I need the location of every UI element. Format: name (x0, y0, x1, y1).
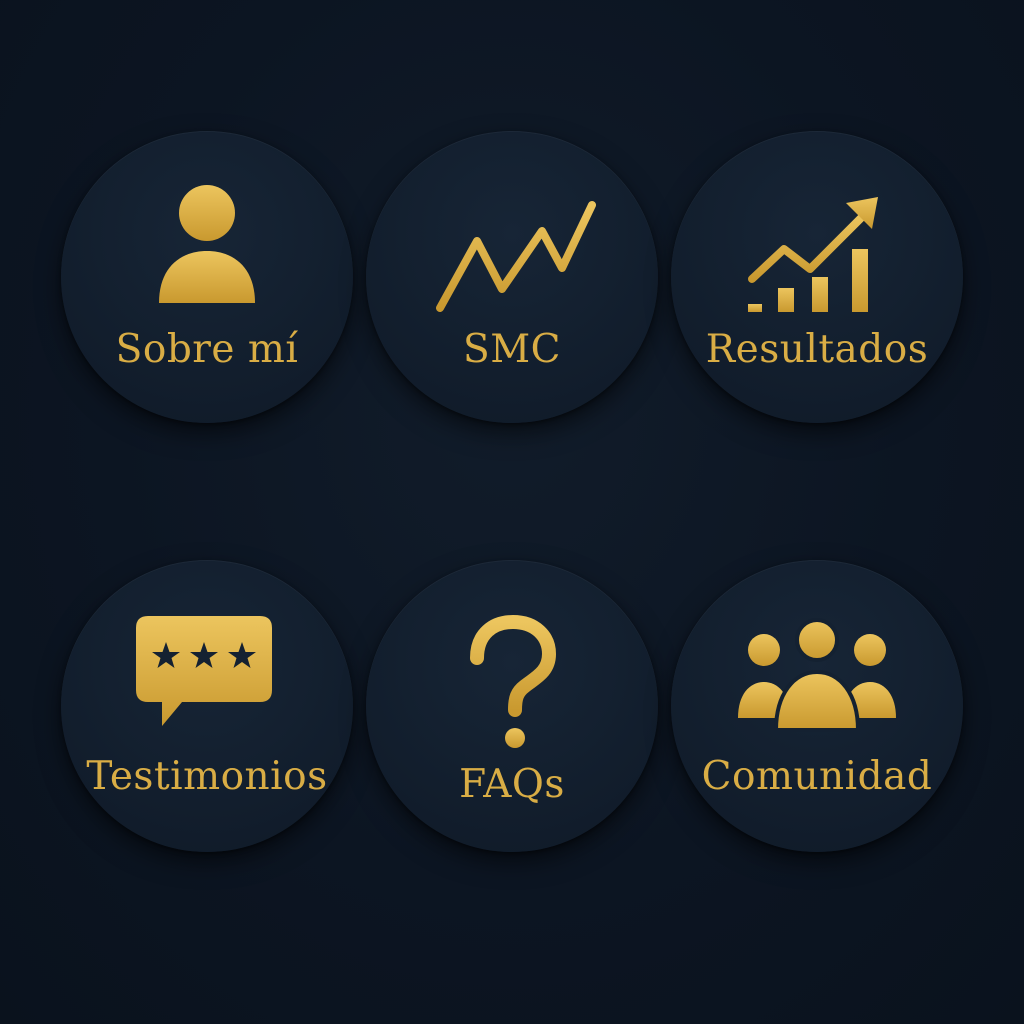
smc-label: SMC (463, 327, 561, 372)
question-mark-icon (470, 614, 557, 748)
testimonials-label: Testimonios (86, 754, 328, 799)
community-button[interactable]: Comunidad (671, 560, 963, 852)
zigzag-line-icon (436, 201, 596, 312)
faqs-label: FAQs (459, 762, 565, 807)
smc-button[interactable]: SMC (366, 131, 658, 423)
person-icon (159, 185, 255, 303)
about-me-label: Sobre mí (115, 327, 299, 372)
faqs-button[interactable]: FAQs (366, 560, 658, 852)
results-button[interactable]: Resultados (671, 131, 963, 423)
testimonials-button[interactable]: Testimonios (61, 560, 353, 852)
results-label: Resultados (705, 327, 929, 372)
group-icon (738, 618, 896, 732)
rating-chat-bubble-icon (136, 616, 272, 726)
community-label: Comunidad (701, 754, 933, 799)
growth-chart-icon (748, 197, 878, 312)
about-me-button[interactable]: Sobre mí (61, 131, 353, 423)
